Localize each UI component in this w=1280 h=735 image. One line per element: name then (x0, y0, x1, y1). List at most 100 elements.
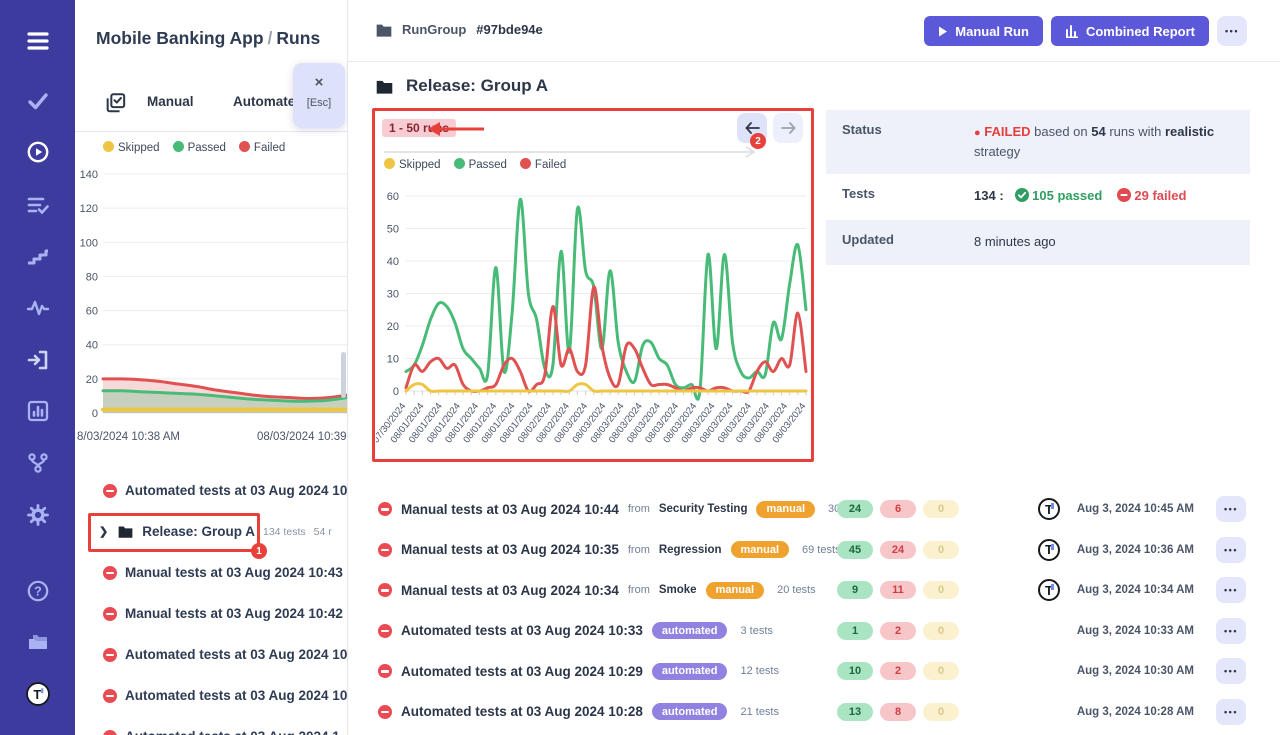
svg-text:40: 40 (86, 340, 98, 352)
run-tests-count: 69 tests (802, 544, 841, 556)
group-title: Release: Group A (142, 524, 255, 539)
testomat-reporter-icon: T (1038, 498, 1060, 520)
tab-manual[interactable]: Manual (147, 94, 194, 109)
breadcrumb-separator: / (264, 28, 277, 48)
run-more-button[interactable]: ••• (1216, 496, 1246, 522)
status-value: ● FAILED based on 54 runs with realistic… (974, 110, 1250, 174)
run-more-button[interactable]: ••• (1216, 618, 1246, 644)
topbar-actions: Manual Run Combined Report ••• (924, 16, 1247, 46)
run-from-label: from (628, 503, 650, 515)
sidebar-group-row[interactable]: ❯ Release: Group A 134 tests54 r (75, 511, 348, 552)
menu-icon[interactable] (25, 28, 51, 54)
run-more-button[interactable]: ••• (1216, 577, 1246, 603)
run-row-main: Automated tests at 03 Aug 2024 10:33 aut… (378, 611, 773, 652)
status-row: Status ● FAILED based on 54 runs with re… (826, 110, 1250, 174)
result-pills: 24 6 0 (837, 500, 959, 518)
esc-dismiss-button[interactable]: × [Esc] (293, 63, 345, 128)
failed-status-icon (103, 484, 117, 498)
git-branch-icon[interactable] (25, 450, 51, 476)
run-row[interactable]: Manual tests at 03 Aug 2024 10:35 from R… (348, 530, 1280, 571)
run-from-label: from (628, 544, 650, 556)
run-more-button[interactable]: ••• (1216, 537, 1246, 563)
x-label-end: 08/03/2024 10:39 (257, 431, 347, 443)
group-meta: 134 tests54 r (263, 526, 340, 538)
gear-icon[interactable] (25, 502, 51, 528)
svg-text:T: T (33, 688, 41, 702)
runs-tab-icon[interactable] (104, 92, 126, 114)
svg-text:30: 30 (387, 289, 399, 301)
sign-in-icon[interactable] (25, 347, 51, 373)
play-icon (938, 26, 948, 37)
sidebar-run-row[interactable]: Automated tests at 03 Aug 2024 10 (75, 634, 348, 675)
legend-passed: Passed (454, 158, 507, 171)
svg-text:140: 140 (80, 169, 98, 181)
run-timestamp: Aug 3, 2024 10:33 AM (1077, 625, 1194, 637)
main-chart-legend: Skipped Passed Failed (384, 158, 566, 171)
manual-run-button[interactable]: Manual Run (924, 16, 1043, 46)
run-title: Manual tests at 03 Aug 2024 10:44 (401, 502, 619, 517)
sidebar-run-row[interactable]: Manual tests at 03 Aug 2024 10:42 (75, 593, 348, 634)
sidebar-run-row[interactable]: Automated tests at 03 Aug 2024 10 (75, 470, 348, 511)
failed-pill: 24 (880, 541, 916, 559)
skipped-pill: 0 (923, 662, 959, 680)
chart-next-button[interactable] (773, 113, 803, 143)
app-window: ? T Mobile Banking App/Runs Manual Autom… (0, 0, 1280, 735)
project-title[interactable]: Mobile Banking App (96, 28, 264, 48)
run-source: Security Testing (659, 503, 748, 515)
mini-chart-legend: Skipped Passed Failed (103, 141, 285, 154)
folders-icon[interactable] (25, 629, 51, 655)
mini-chart-x-labels: 8/03/2024 10:38 AM 08/03/2024 10:39 (75, 431, 348, 447)
sidebar-run-row[interactable]: Automated tests at 03 Aug 2024 1 (75, 716, 348, 735)
skipped-pill: 0 (923, 703, 959, 721)
run-row-main: Automated tests at 03 Aug 2024 10:28 aut… (378, 692, 779, 733)
failed-status-icon (378, 502, 392, 516)
check-circle-icon (1015, 188, 1029, 208)
run-row[interactable]: Manual tests at 03 Aug 2024 10:44 from S… (348, 489, 1280, 530)
run-row[interactable]: Automated tests at 03 Aug 2024 10:33 aut… (348, 611, 1280, 652)
updated-label: Updated (826, 220, 974, 264)
runs-sidebar-list: Automated tests at 03 Aug 2024 10 ❯ Rele… (75, 470, 348, 735)
run-row[interactable]: Automated tests at 03 Aug 2024 10:28 aut… (348, 692, 1280, 733)
svg-text:120: 120 (80, 203, 98, 215)
report-chart-icon (1065, 25, 1079, 38)
folder-icon (376, 23, 392, 37)
updated-value: 8 minutes ago (974, 220, 1250, 264)
run-row[interactable]: Manual tests at 03 Aug 2024 10:34 from S… (348, 570, 1280, 611)
help-icon[interactable]: ? (25, 578, 51, 604)
check-icon[interactable] (25, 88, 51, 114)
play-circle-icon[interactable] (25, 139, 51, 165)
legend-skipped: Skipped (384, 158, 441, 171)
sidebar-run-row[interactable]: Manual tests at 03 Aug 2024 10:43 (75, 552, 348, 593)
sidebar-run-row[interactable]: Automated tests at 03 Aug 2024 10 (75, 675, 348, 716)
failed-status-icon (378, 583, 392, 597)
more-options-button[interactable]: ••• (1217, 16, 1247, 46)
list-check-icon[interactable] (25, 192, 51, 218)
failed-status-icon (378, 624, 392, 638)
failed-pill: 8 (880, 703, 916, 721)
run-more-button[interactable]: ••• (1216, 699, 1246, 725)
run-more-button[interactable]: ••• (1216, 658, 1246, 684)
activity-icon[interactable] (25, 295, 51, 321)
failed-dot-icon (520, 158, 531, 169)
scrollbar-thumb[interactable] (341, 352, 346, 398)
passed-pill: 13 (837, 703, 873, 721)
run-row[interactable]: Automated tests at 03 Aug 2024 10:29 aut… (348, 651, 1280, 692)
tests-value: 134 : 105 passed 29 failed (974, 174, 1250, 220)
bar-chart-icon[interactable] (25, 398, 51, 424)
steps-icon[interactable] (25, 243, 51, 269)
chevron-right-icon[interactable]: ❯ (99, 525, 108, 538)
run-tests-count: 20 tests (777, 584, 816, 596)
group-runs-count: 54 r (314, 526, 332, 538)
folder-icon (118, 525, 133, 538)
failed-status-icon (378, 664, 392, 678)
close-icon[interactable]: × (293, 75, 345, 90)
passed-pill: 24 (837, 500, 873, 518)
combined-report-button[interactable]: Combined Report (1051, 16, 1209, 46)
group-info-table: Status ● FAILED based on 54 runs with re… (826, 110, 1250, 265)
run-title: Automated tests at 03 Aug 2024 10 (125, 483, 347, 498)
svg-text:10: 10 (387, 354, 399, 366)
testomat-logo-icon[interactable]: T (21, 677, 55, 711)
failed-pill: 2 (880, 622, 916, 640)
run-type-badge: automated (652, 703, 728, 720)
group-run-list: Manual tests at 03 Aug 2024 10:44 from S… (348, 489, 1280, 732)
